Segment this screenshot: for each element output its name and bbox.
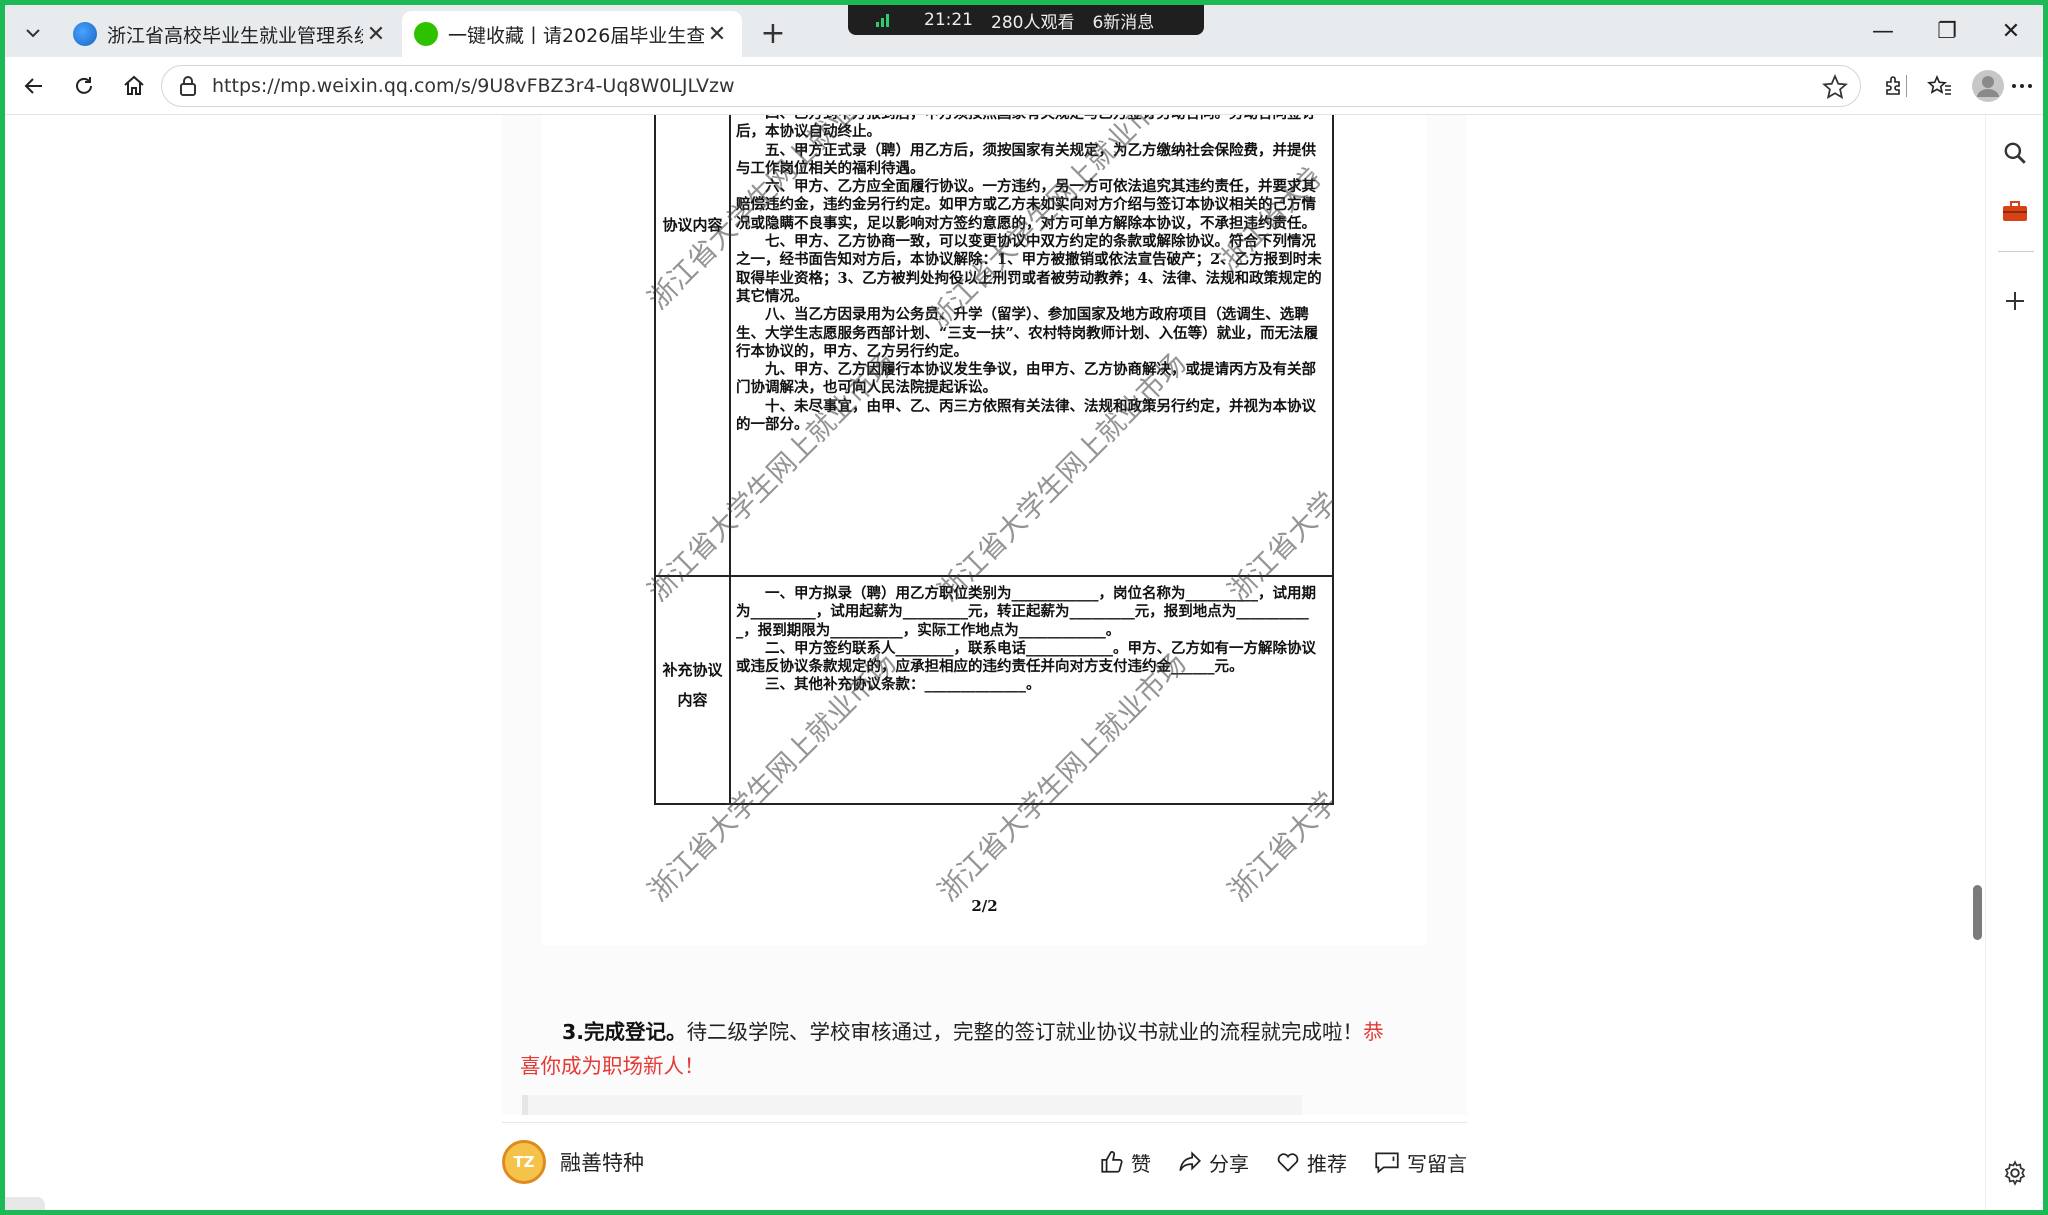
status-messages: 6新消息 <box>1092 12 1155 33</box>
sidebar-settings-button[interactable] <box>1993 1151 2037 1195</box>
account-logo[interactable]: TZ <box>502 1140 546 1184</box>
comment-button[interactable]: 写留言 <box>1373 1148 1467 1177</box>
agreement-table: 协议内容 补充协议内容 四、乙方到甲方报到后，甲方须按照国家有关规定与乙方签订劳… <box>654 115 1334 805</box>
toolbar-divider <box>1901 65 1911 107</box>
table-divider <box>656 575 1332 577</box>
title-bar: 浙江省高校毕业生就业管理系统 ✕ 一键收藏丨请2026届毕业生查收这 ✕ + 2… <box>5 5 2043 57</box>
site-favicon-icon <box>73 22 97 46</box>
close-window-button[interactable]: ✕ <box>1979 5 2043 57</box>
back-button[interactable] <box>13 65 55 107</box>
reload-button[interactable] <box>63 65 105 107</box>
agreement-clauses: 四、乙方到甲方报到后，甲方须按照国家有关规定与乙方签订劳动合同。劳动合同签订后，… <box>736 115 1322 434</box>
reload-icon <box>76 77 92 94</box>
next-image-placeholder <box>522 1095 1302 1115</box>
wechat-icon <box>414 22 438 46</box>
page-number: 2/2 <box>971 897 998 915</box>
tab-label: 一键收藏丨请2026届毕业生查收这 <box>448 24 704 47</box>
step-title: 3.完成登记。 <box>562 1020 687 1044</box>
ellipsis-icon <box>2012 84 2032 88</box>
status-time: 21:21 <box>924 10 973 30</box>
sidebar-tools-button[interactable] <box>1993 189 2037 233</box>
signal-icon <box>876 14 889 27</box>
new-tab-button[interactable]: + <box>755 17 791 53</box>
like-button[interactable]: 赞 <box>1099 1148 1151 1177</box>
recommend-button[interactable]: 推荐 <box>1275 1148 1347 1177</box>
comment-icon <box>1375 1152 1399 1174</box>
star-icon[interactable] <box>1822 74 1848 100</box>
sidebar-divider <box>1998 251 2034 252</box>
tab-close-icon[interactable]: ✕ <box>363 22 389 47</box>
thumbs-up-icon <box>1101 1151 1123 1173</box>
article-actions: 赞 分享 推荐 写留言 <box>1073 1127 1467 1197</box>
share-button[interactable]: 分享 <box>1177 1148 1249 1177</box>
gear-icon <box>2004 1160 2026 1186</box>
footer-divider <box>502 1122 1467 1123</box>
share-icon <box>1179 1151 1201 1172</box>
article-body: 协议内容 补充协议内容 四、乙方到甲方报到后，甲方须按照国家有关规定与乙方签订劳… <box>502 115 1467 1115</box>
heart-icon <box>1277 1153 1299 1172</box>
step-paragraph: 3.完成登记。待二级学院、学校审核通过，完整的签订就业协议书就业的流程就完成啦！… <box>520 1015 1400 1083</box>
row-label-agreement: 协议内容 <box>662 216 723 234</box>
account-name[interactable]: 融善特种 <box>560 1147 644 1177</box>
step-text: 待二级学院、学校审核通过，完整的签订就业协议书就业的流程就完成啦！ <box>686 1020 1364 1044</box>
lock-icon[interactable] <box>176 75 200 97</box>
reading-list-button[interactable] <box>5 1197 45 1210</box>
sidebar-search-button[interactable] <box>1993 131 2037 175</box>
agreement-document-image: 协议内容 补充协议内容 四、乙方到甲方报到后，甲方须按照国家有关规定与乙方签订劳… <box>542 115 1427 945</box>
url-text[interactable]: https://mp.weixin.qq.com/s/9U8vFBZ3r4-Uq… <box>212 75 735 97</box>
notes-icon <box>10 1207 40 1210</box>
row-label-supplement: 补充协议内容 <box>662 661 723 709</box>
scrollbar-thumb[interactable] <box>1973 885 1982 940</box>
search-icon <box>2004 142 2026 164</box>
supplement-clauses: 一、甲方拟录（聘）用乙方职位类别为____________，岗位名称为_____… <box>736 585 1316 694</box>
like-label: 赞 <box>1131 1151 1151 1176</box>
browser-toolbar: https://mp.weixin.qq.com/s/9U8vFBZ3r4-Uq… <box>5 57 2043 115</box>
home-button[interactable] <box>113 65 155 107</box>
article-footer: TZ 融善特种 赞 分享 推荐 写留言 <box>502 1127 1467 1197</box>
tab-list-button[interactable] <box>15 15 51 51</box>
browser-window: 浙江省高校毕业生就业管理系统 ✕ 一键收藏丨请2026届毕业生查收这 ✕ + 2… <box>5 5 2043 1210</box>
share-label: 分享 <box>1209 1151 1249 1176</box>
favorites-button[interactable] <box>1919 65 1961 107</box>
tab-wechat-article[interactable]: 一键收藏丨请2026届毕业生查收这 ✕ <box>402 11 742 57</box>
table-divider <box>729 115 731 803</box>
avatar-icon <box>1972 70 2004 102</box>
live-status-overlay: 21:21 280人观看 6新消息 <box>848 5 1204 35</box>
tab-close-icon[interactable]: ✕ <box>704 22 730 47</box>
sidebar-add-button[interactable] <box>1993 279 2037 323</box>
tab-label: 浙江省高校毕业生就业管理系统 <box>107 24 363 47</box>
more-menu-button[interactable] <box>2001 65 2043 107</box>
home-icon <box>124 75 144 95</box>
favorites-star-icon <box>1927 74 1951 95</box>
comment-label: 写留言 <box>1407 1151 1467 1176</box>
right-sidebar <box>1985 115 2043 1210</box>
page-content: 协议内容 补充协议内容 四、乙方到甲方报到后，甲方须按照国家有关规定与乙方签订劳… <box>5 115 1985 1210</box>
toolbox-icon <box>2003 201 2027 221</box>
arrow-left-icon <box>24 78 42 94</box>
plus-icon <box>2006 292 2024 310</box>
maximize-button[interactable]: ❐ <box>1915 5 1979 57</box>
address-bar[interactable]: https://mp.weixin.qq.com/s/9U8vFBZ3r4-Uq… <box>161 65 1861 107</box>
status-viewers: 280人观看 <box>991 12 1075 33</box>
minimize-button[interactable]: — <box>1851 5 1915 57</box>
recommend-label: 推荐 <box>1307 1151 1347 1176</box>
tab-employment-system[interactable]: 浙江省高校毕业生就业管理系统 ✕ <box>61 11 401 57</box>
chevron-down-icon <box>26 29 40 38</box>
